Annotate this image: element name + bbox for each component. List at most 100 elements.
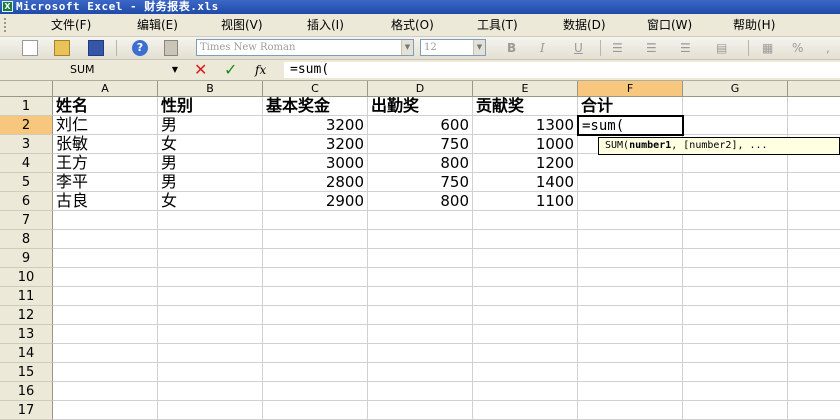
column-header-g[interactable]: G [683, 81, 788, 97]
cell-b3[interactable]: 女 [158, 135, 263, 154]
toolbar-options-icon[interactable] [164, 40, 178, 56]
row-header-10[interactable]: 10 [0, 268, 53, 287]
cell-d7[interactable] [368, 211, 473, 230]
cell-g15[interactable] [683, 363, 788, 382]
cell-c10[interactable] [263, 268, 368, 287]
align-center-icon[interactable]: ☰ [646, 40, 657, 56]
cell-e12[interactable] [473, 306, 578, 325]
cell-d9[interactable] [368, 249, 473, 268]
formula-input[interactable]: =sum( [284, 62, 840, 78]
new-document-icon[interactable] [22, 40, 38, 56]
cell-d17[interactable] [368, 401, 473, 420]
cell-b9[interactable] [158, 249, 263, 268]
cell-e2[interactable]: 1300 [473, 116, 578, 135]
italic-button[interactable]: I [540, 40, 545, 56]
column-header-c[interactable]: C [263, 81, 368, 97]
cell-e14[interactable] [473, 344, 578, 363]
cell-b11[interactable] [158, 287, 263, 306]
cell-e16[interactable] [473, 382, 578, 401]
cell-f8[interactable] [578, 230, 683, 249]
cell-b8[interactable] [158, 230, 263, 249]
cell-b6[interactable]: 女 [158, 192, 263, 211]
cell-f10[interactable] [578, 268, 683, 287]
menu-help[interactable]: 帮助(H) [730, 17, 778, 33]
row-header-17[interactable]: 17 [0, 401, 53, 420]
cell-d5[interactable]: 750 [368, 173, 473, 192]
cell-d16[interactable] [368, 382, 473, 401]
cell-c9[interactable] [263, 249, 368, 268]
row-header-12[interactable]: 12 [0, 306, 53, 325]
cell-g4[interactable] [683, 154, 788, 173]
cell-c13[interactable] [263, 325, 368, 344]
cell-e5[interactable]: 1400 [473, 173, 578, 192]
cell-g7[interactable] [683, 211, 788, 230]
cell-e9[interactable] [473, 249, 578, 268]
cell-f11[interactable] [578, 287, 683, 306]
row-header-13[interactable]: 13 [0, 325, 53, 344]
cell-g13[interactable] [683, 325, 788, 344]
cell-c1[interactable]: 基本奖金 [263, 97, 368, 116]
column-header-h[interactable] [788, 81, 840, 97]
cell-a3[interactable]: 张敏 [53, 135, 158, 154]
cell-h10[interactable] [788, 268, 840, 287]
cell-b15[interactable] [158, 363, 263, 382]
cell-f16[interactable] [578, 382, 683, 401]
row-header-11[interactable]: 11 [0, 287, 53, 306]
cell-f2[interactable]: =sum( [577, 115, 684, 136]
cell-e8[interactable] [473, 230, 578, 249]
name-box[interactable]: SUM ▼ [20, 62, 180, 78]
cell-d13[interactable] [368, 325, 473, 344]
underline-button[interactable]: U [574, 40, 583, 56]
font-name-select[interactable]: Times New Roman ▼ [196, 39, 414, 56]
cell-a2[interactable]: 刘仁 [53, 116, 158, 135]
merge-center-icon[interactable]: ▤ [716, 40, 727, 56]
cell-a16[interactable] [53, 382, 158, 401]
column-header-d[interactable]: D [368, 81, 473, 97]
cell-b10[interactable] [158, 268, 263, 287]
chevron-down-icon[interactable]: ▼ [401, 40, 413, 55]
cell-a9[interactable] [53, 249, 158, 268]
cell-f12[interactable] [578, 306, 683, 325]
chevron-down-icon[interactable]: ▼ [473, 40, 485, 55]
cell-b14[interactable] [158, 344, 263, 363]
menu-file[interactable]: 文件(F) [48, 17, 94, 33]
cell-a5[interactable]: 李平 [53, 173, 158, 192]
menu-tools[interactable]: 工具(T) [474, 17, 521, 33]
menu-insert[interactable]: 插入(I) [304, 17, 347, 33]
cell-h11[interactable] [788, 287, 840, 306]
align-right-icon[interactable]: ☰ [680, 40, 691, 56]
cell-d2[interactable]: 600 [368, 116, 473, 135]
cell-h16[interactable] [788, 382, 840, 401]
help-icon[interactable]: ? [132, 40, 148, 56]
cell-e3[interactable]: 1000 [473, 135, 578, 154]
cell-d14[interactable] [368, 344, 473, 363]
cell-b17[interactable] [158, 401, 263, 420]
cell-e7[interactable] [473, 211, 578, 230]
cell-c17[interactable] [263, 401, 368, 420]
insert-function-icon[interactable]: fx [255, 62, 266, 78]
cell-e4[interactable]: 1200 [473, 154, 578, 173]
cell-a1[interactable]: 姓名 [53, 97, 158, 116]
open-folder-icon[interactable] [54, 40, 70, 56]
select-all-corner[interactable] [0, 81, 53, 97]
cell-a6[interactable]: 古良 [53, 192, 158, 211]
cell-h14[interactable] [788, 344, 840, 363]
cell-a17[interactable] [53, 401, 158, 420]
cell-c5[interactable]: 2800 [263, 173, 368, 192]
column-header-a[interactable]: A [53, 81, 158, 97]
row-header-15[interactable]: 15 [0, 363, 53, 382]
cell-g9[interactable] [683, 249, 788, 268]
cell-g16[interactable] [683, 382, 788, 401]
cell-g8[interactable] [683, 230, 788, 249]
cell-e17[interactable] [473, 401, 578, 420]
column-header-f[interactable]: F [578, 81, 683, 97]
cell-f15[interactable] [578, 363, 683, 382]
cell-e10[interactable] [473, 268, 578, 287]
row-header-14[interactable]: 14 [0, 344, 53, 363]
cell-f6[interactable] [578, 192, 683, 211]
cell-h17[interactable] [788, 401, 840, 420]
cell-b4[interactable]: 男 [158, 154, 263, 173]
cell-d10[interactable] [368, 268, 473, 287]
cell-a13[interactable] [53, 325, 158, 344]
align-left-icon[interactable]: ☰ [612, 40, 623, 56]
